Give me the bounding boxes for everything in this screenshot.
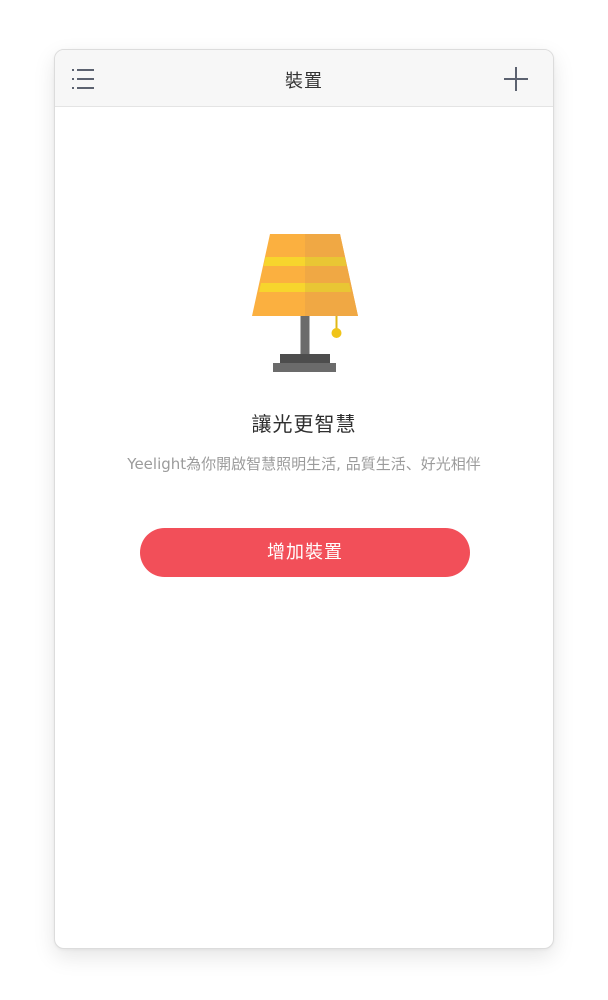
add-device-button[interactable]: 增加裝置	[140, 528, 470, 577]
page-title: 裝置	[285, 71, 323, 92]
add-device-icon-button[interactable]	[503, 66, 529, 92]
lamp-illustration	[251, 234, 359, 374]
table-lamp-icon	[252, 234, 358, 372]
empty-state-subtitle: Yeelight為你開啟智慧照明生活, 品質生活、好光相伴	[127, 455, 481, 473]
empty-state-headline: 讓光更智慧	[251, 412, 357, 436]
top-bar: 裝置	[55, 50, 553, 107]
app-window: 裝置 讓光更智慧 Yeelight為你開啟智慧照明生活, 品質生活、好光相伴 增…	[54, 49, 554, 949]
plus-icon	[504, 67, 528, 91]
